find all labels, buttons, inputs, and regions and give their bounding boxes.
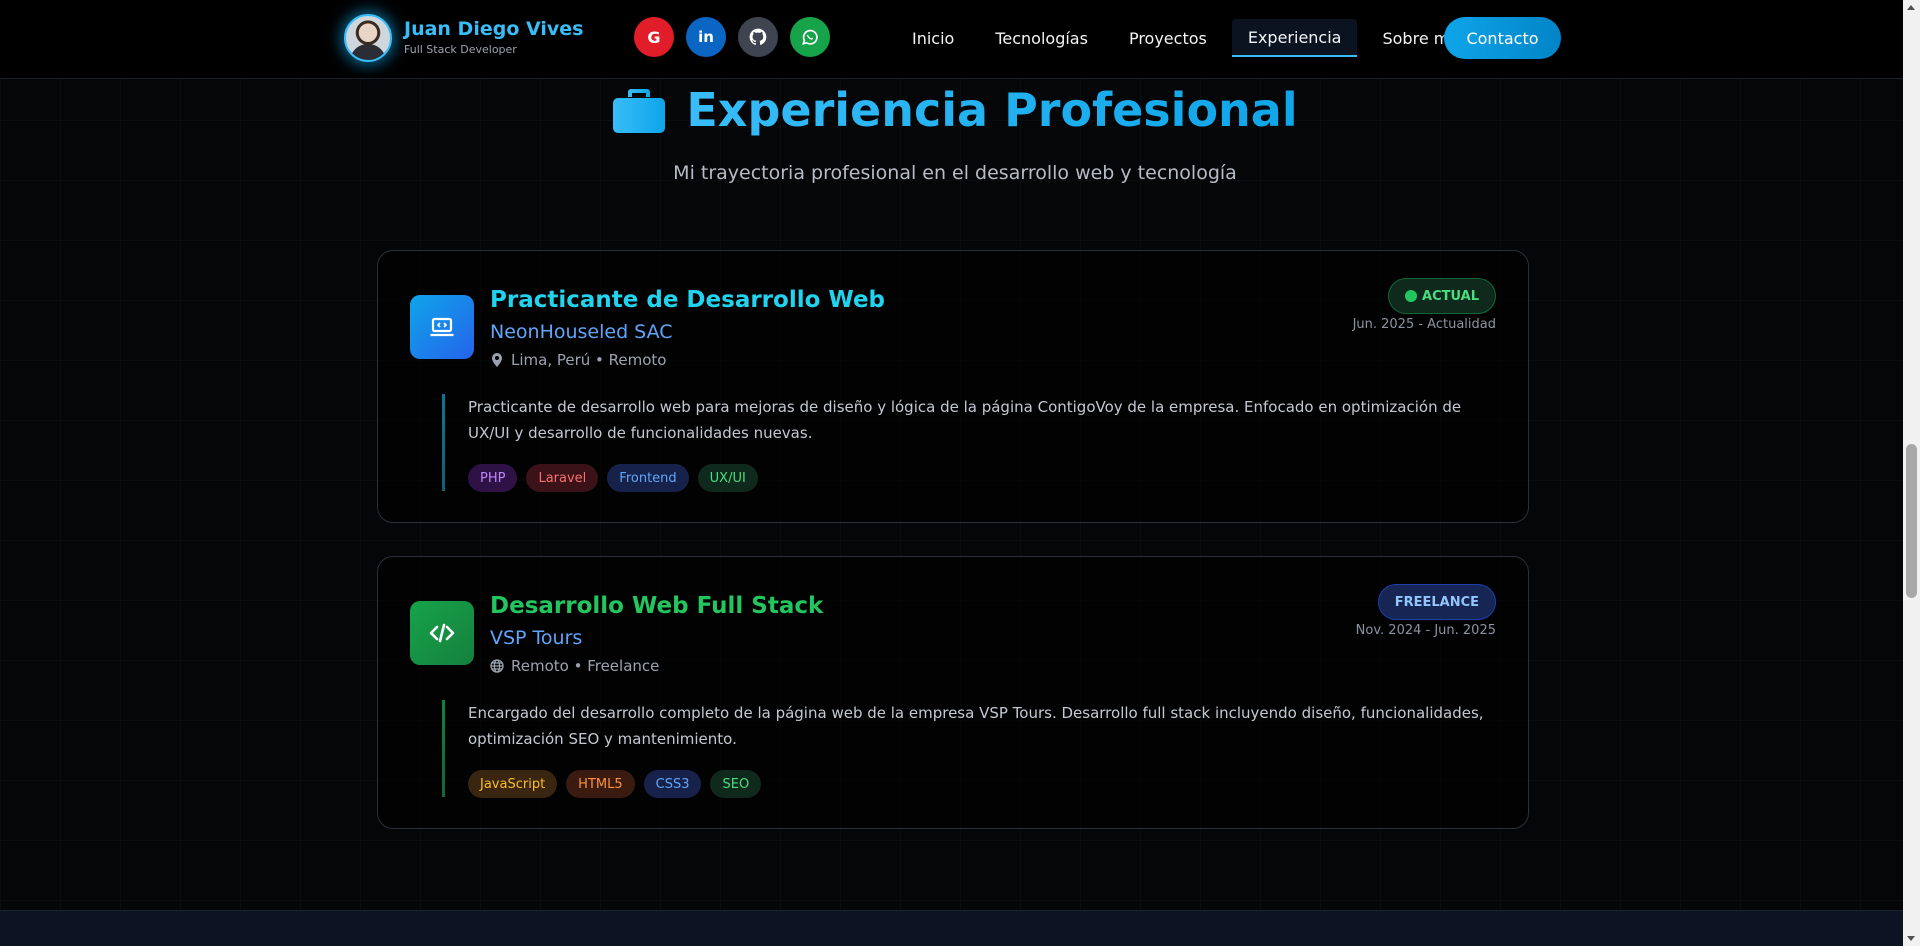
tag-css3: CSS3 xyxy=(643,770,702,798)
experience-card: Practicante de Desarrollo Web NeonHousel… xyxy=(377,250,1529,523)
accent-bar xyxy=(442,700,445,797)
tag-php: PHP xyxy=(468,464,518,492)
tag-javascript: JavaScript xyxy=(468,770,558,798)
tag-html5: HTML5 xyxy=(566,770,635,798)
tag-ux-ui: UX/UI xyxy=(697,464,758,492)
nav-proyectos[interactable]: Proyectos xyxy=(1113,19,1223,57)
company-name: VSP Tours xyxy=(490,627,583,649)
job-dates: Nov. 2024 - Jun. 2025 xyxy=(1355,623,1496,638)
code-icon xyxy=(410,601,474,665)
tag-seo: SEO xyxy=(710,770,762,798)
company-name: NeonHouseled SAC xyxy=(490,321,673,343)
job-title: Practicante de Desarrollo Web xyxy=(490,287,886,313)
brand-name: Juan Diego Vives xyxy=(404,18,584,40)
linkedin-icon[interactable]: in xyxy=(686,17,726,57)
whatsapp-icon[interactable] xyxy=(790,17,830,57)
contact-button[interactable]: Contacto xyxy=(1444,17,1561,59)
job-details: Encargado del desarrollo completo de la … xyxy=(442,700,1498,798)
page-title: Experiencia Profesional xyxy=(686,83,1298,137)
google-icon-label: G xyxy=(647,27,661,47)
navbar: Juan Diego Vives Full Stack Developer G … xyxy=(0,0,1920,79)
next-section-edge xyxy=(0,910,1910,946)
social-links: G in xyxy=(634,17,830,57)
job-location: Remoto • Freelance xyxy=(490,655,659,677)
scroll-up-icon[interactable] xyxy=(1907,5,1915,10)
laptop-code-icon xyxy=(410,295,474,359)
experience-card: Desarrollo Web Full Stack VSP Tours Remo… xyxy=(377,556,1529,829)
section-heading: Experiencia Profesional xyxy=(0,82,1910,138)
status-badge-label: FREELANCE xyxy=(1394,594,1479,610)
status-badge: ACTUAL xyxy=(1388,278,1496,314)
globe-icon xyxy=(490,659,504,673)
brand-role: Full Stack Developer xyxy=(404,43,517,56)
nav-inicio[interactable]: Inicio xyxy=(896,19,970,57)
job-location: Lima, Perú • Remoto xyxy=(490,349,667,371)
status-dot xyxy=(1405,290,1418,302)
tech-tags: PHP Laravel Frontend UX/UI xyxy=(468,464,758,492)
tag-frontend: Frontend xyxy=(607,464,689,492)
brand-text: Juan Diego Vives Full Stack Developer xyxy=(404,18,583,58)
scroll-thumb[interactable] xyxy=(1906,444,1917,598)
job-title: Desarrollo Web Full Stack xyxy=(490,593,824,619)
job-description: Encargado del desarrollo completo de la … xyxy=(468,704,1484,748)
accent-bar xyxy=(442,394,445,491)
map-pin-icon xyxy=(492,353,502,367)
status-badge-label: ACTUAL xyxy=(1422,288,1479,304)
tech-tags: JavaScript HTML5 CSS3 SEO xyxy=(468,770,762,798)
brand[interactable]: Juan Diego Vives Full Stack Developer xyxy=(344,14,583,62)
nav-links: Inicio Tecnologías Proyectos Experiencia… xyxy=(896,17,1479,59)
location-text: Lima, Perú • Remoto xyxy=(511,351,667,369)
page-scrollbar[interactable] xyxy=(1903,0,1920,946)
briefcase-icon xyxy=(613,89,666,133)
nav-experiencia[interactable]: Experiencia xyxy=(1231,19,1358,57)
tag-laravel: Laravel xyxy=(526,464,599,492)
status-badge: FREELANCE xyxy=(1377,584,1496,620)
job-description: Practicante de desarrollo web para mejor… xyxy=(468,398,1462,442)
scroll-down-icon[interactable] xyxy=(1907,936,1915,941)
linkedin-icon-label: in xyxy=(698,28,714,46)
nav-tecnologias[interactable]: Tecnologías xyxy=(979,19,1104,57)
github-icon[interactable] xyxy=(738,17,778,57)
job-dates: Jun. 2025 - Actualidad xyxy=(1352,317,1496,332)
job-details: Practicante de desarrollo web para mejor… xyxy=(442,394,1498,492)
page-subtitle: Mi trayectoria profesional en el desarro… xyxy=(673,162,1237,184)
location-text: Remoto • Freelance xyxy=(511,657,660,675)
avatar xyxy=(344,14,392,62)
google-icon[interactable]: G xyxy=(634,17,674,57)
